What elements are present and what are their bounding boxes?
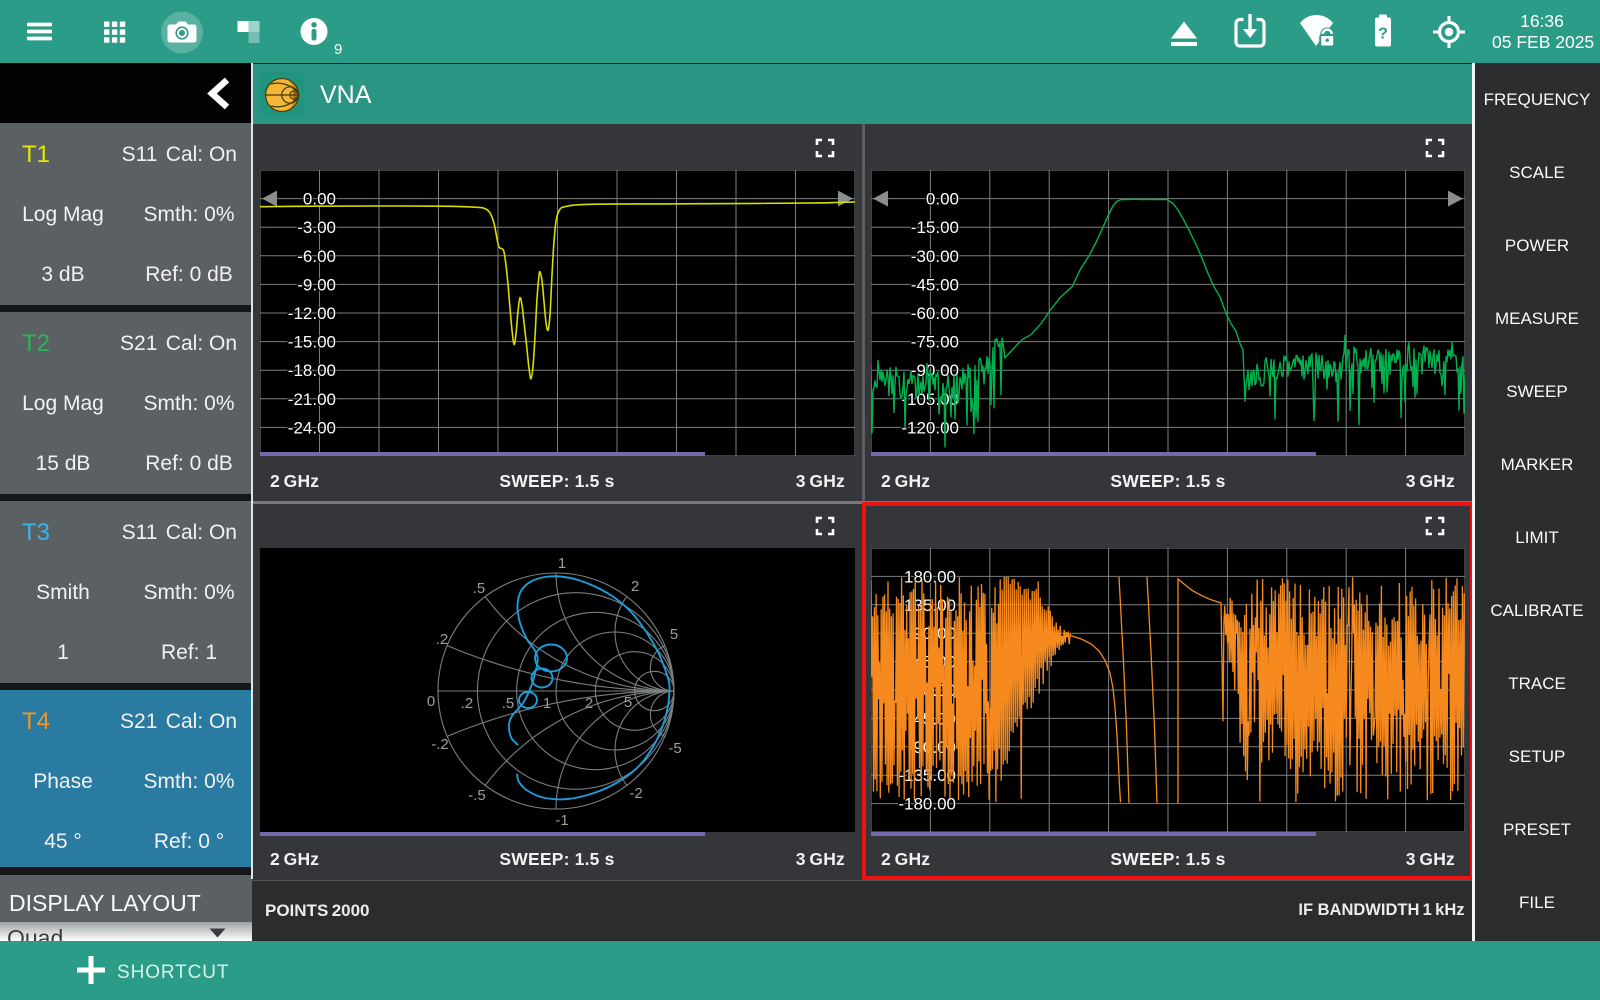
svg-text:9: 9: [334, 41, 342, 58]
svg-text:-.2: -.2: [431, 736, 449, 753]
svg-text:-24.00: -24.00: [288, 418, 336, 437]
svg-text:1: 1: [558, 555, 566, 572]
svg-text:-1: -1: [555, 812, 568, 829]
svg-text:0.00: 0.00: [926, 190, 959, 209]
svg-text:-2: -2: [629, 785, 642, 802]
svg-text:-.5: -.5: [468, 787, 486, 804]
svg-text:5: 5: [670, 626, 678, 643]
svg-text:-3.00: -3.00: [297, 218, 336, 237]
svg-text:-21.00: -21.00: [288, 390, 336, 409]
svg-text:2: 2: [585, 695, 593, 712]
svg-text:-18.00: -18.00: [288, 361, 336, 380]
svg-text:-120.00: -120.00: [901, 418, 959, 437]
svg-text:-15.00: -15.00: [911, 218, 959, 237]
svg-text:0: 0: [427, 693, 435, 710]
svg-text:.2: .2: [461, 695, 474, 712]
svg-text:-12.00: -12.00: [288, 304, 336, 323]
svg-text:2: 2: [631, 578, 639, 595]
svg-text:.5: .5: [502, 695, 515, 712]
svg-text:?: ?: [1378, 26, 1388, 43]
svg-text:.2: .2: [436, 631, 449, 648]
svg-text:-75.00: -75.00: [911, 333, 959, 352]
svg-text:-45.00: -45.00: [911, 275, 959, 294]
svg-text:5: 5: [624, 694, 632, 711]
svg-text:-5: -5: [668, 740, 681, 757]
svg-text:-15.00: -15.00: [288, 333, 336, 352]
svg-text:-30.00: -30.00: [911, 247, 959, 266]
svg-text:-60.00: -60.00: [911, 304, 959, 323]
svg-text:-9.00: -9.00: [297, 275, 336, 294]
svg-text:1: 1: [543, 695, 551, 712]
svg-text:.5: .5: [473, 580, 486, 597]
svg-text:-6.00: -6.00: [297, 247, 336, 266]
